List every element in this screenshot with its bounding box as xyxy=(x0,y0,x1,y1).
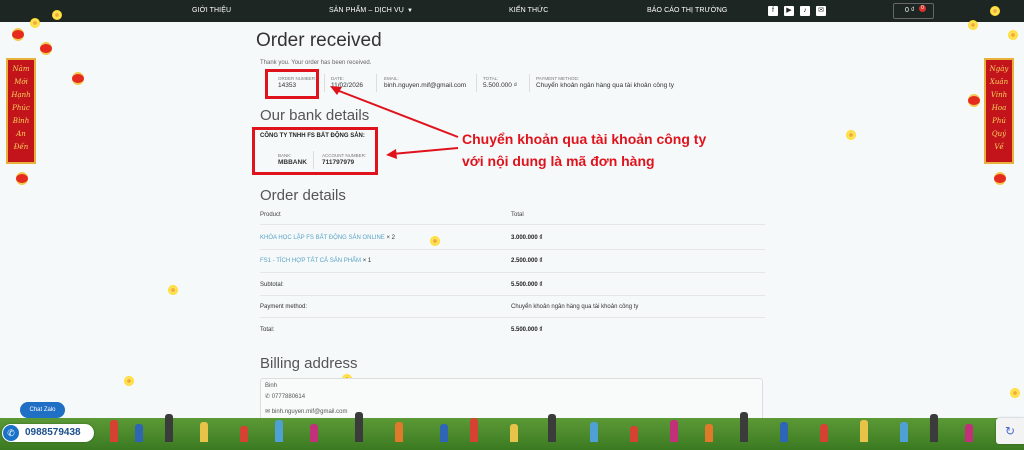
figure xyxy=(548,414,556,442)
product-link[interactable]: FS1 - TÍCH HỢP TẤT CẢ SẢN PHẨM xyxy=(260,258,361,264)
product-quantity: × 2 xyxy=(386,235,395,241)
annotation-text: Chuyển khoản qua tài khoản công ty với n… xyxy=(462,131,707,169)
payment-method-row-value: Chuyển khoản ngân hàng qua tài khoản côn… xyxy=(511,304,639,310)
total-value: 5.500.000 ₫ xyxy=(511,327,543,333)
row-total: 2.500.000 ₫ xyxy=(511,258,543,264)
divider xyxy=(260,272,765,273)
billing-address-heading: Billing address xyxy=(260,355,358,372)
table-row: FS1 - TÍCH HỢP TẤT CẢ SẢN PHẨM × 1 xyxy=(260,258,371,264)
figure xyxy=(820,424,828,442)
billing-email-address: binh.nguyen.mif@gmail.com xyxy=(271,409,348,415)
hotline-number: 0988579438 xyxy=(25,427,81,438)
total-label: Total: xyxy=(260,327,275,333)
figure xyxy=(440,424,448,442)
divider xyxy=(260,317,765,318)
product-quantity: × 1 xyxy=(362,258,372,264)
figure xyxy=(355,412,363,442)
figure xyxy=(240,426,248,442)
arrow-to-order-number xyxy=(333,88,459,138)
divider xyxy=(260,224,765,225)
billing-email: ✉ binh.nguyen.mif@gmail.com xyxy=(265,408,348,415)
figure xyxy=(510,424,518,442)
divider xyxy=(260,295,765,296)
column-header-product: Product xyxy=(260,212,281,218)
row-total: 3.000.000 ₫ xyxy=(511,235,543,241)
figure xyxy=(135,424,143,442)
billing-phone: ✆ 0777880614 xyxy=(265,393,305,400)
arrow-to-bank-details xyxy=(391,147,459,155)
figure xyxy=(590,422,598,442)
figure xyxy=(860,420,868,442)
arrowhead xyxy=(386,149,397,159)
figure xyxy=(470,418,478,442)
figure xyxy=(930,414,938,442)
figure xyxy=(310,424,318,442)
figure xyxy=(110,420,118,442)
billing-phone-number: 0777880614 xyxy=(271,394,306,400)
hotline-button[interactable]: ✆ 0988579438 xyxy=(2,424,94,442)
figure xyxy=(740,412,748,442)
column-header-total: Total xyxy=(511,212,524,218)
subtotal-value: 5.500.000 ₫ xyxy=(511,282,543,288)
billing-name: Binh xyxy=(265,383,278,389)
phone-icon: ✆ xyxy=(3,425,19,441)
figure xyxy=(275,420,283,442)
email-icon: ✉ xyxy=(265,409,272,415)
order-details-heading: Order details xyxy=(260,187,346,204)
figure xyxy=(900,422,908,442)
figure xyxy=(780,422,788,442)
divider xyxy=(260,249,765,250)
figure xyxy=(395,422,403,442)
figure xyxy=(200,422,208,442)
chat-zalo-button[interactable]: Chat Zalo xyxy=(20,402,65,418)
recaptcha-icon[interactable]: ↻ xyxy=(996,418,1024,444)
figure xyxy=(670,420,678,442)
figure xyxy=(630,426,638,442)
figure xyxy=(965,424,973,442)
subtotal-label: Subtotal: xyxy=(260,282,284,288)
product-link[interactable]: KHÓA HỌC LẬP FS BẤT ĐỘNG SẢN ONLINE xyxy=(260,235,385,241)
figure xyxy=(705,424,713,442)
figure xyxy=(165,414,173,442)
payment-method-row-label: Payment method: xyxy=(260,304,308,310)
table-row: KHÓA HỌC LẬP FS BẤT ĐỘNG SẢN ONLINE × 2 xyxy=(260,235,395,241)
phone-icon: ✆ xyxy=(265,394,272,400)
